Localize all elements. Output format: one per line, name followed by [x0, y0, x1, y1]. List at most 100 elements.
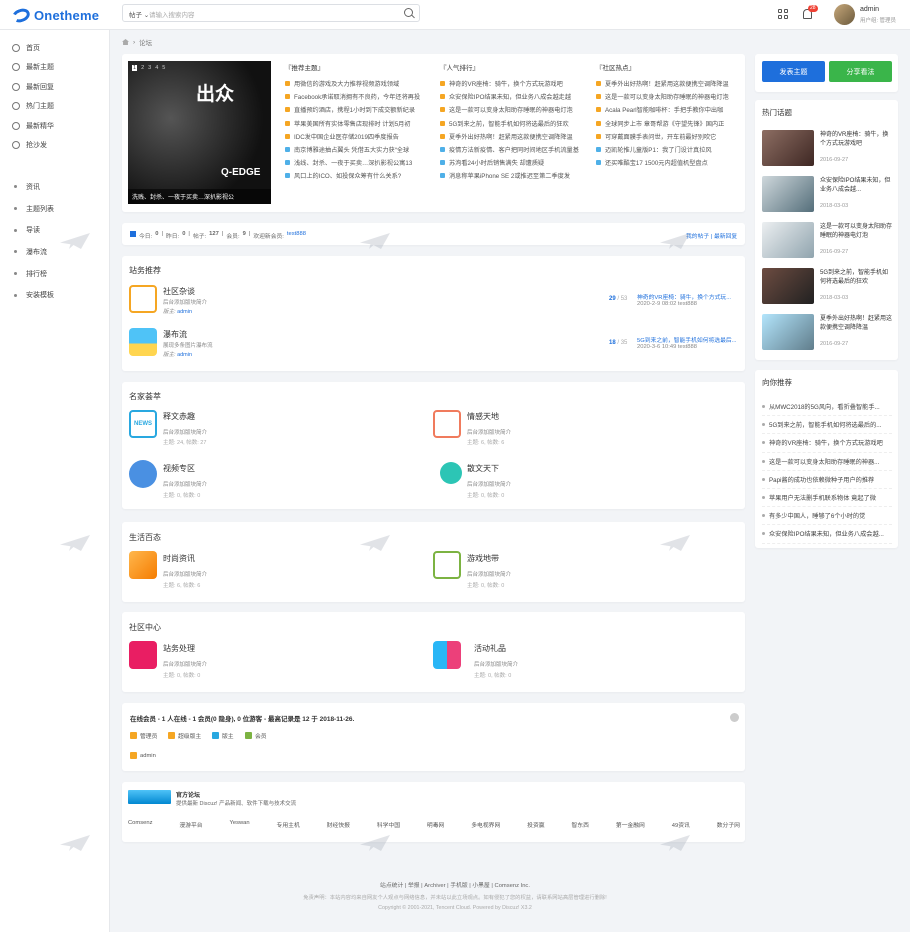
friend-link[interactable]: 第一金融网	[616, 820, 645, 829]
sidebar-item-news[interactable]: 资讯	[0, 176, 110, 198]
sidebar-item-install-template[interactable]: 安装模板	[0, 284, 110, 306]
newest-member-link[interactable]: test888	[287, 231, 306, 240]
news-item[interactable]: 可穿戴面膜手表问世，开车前最好别吹它	[596, 130, 746, 143]
news-item[interactable]: 5G到来之前，智能手机如何将选最后的狂欢	[440, 117, 590, 130]
forum-name[interactable]: 释文赤趣	[163, 411, 195, 422]
my-posts-link[interactable]: 我的帖子	[686, 234, 709, 240]
friend-link[interactable]: 智东西	[572, 820, 589, 829]
friend-link[interactable]: Yeswan	[230, 820, 250, 829]
friend-link[interactable]: 多电视界网	[471, 820, 500, 829]
news-item[interactable]: 南京博雅途抽占翼头 凭借五大实力获“全球	[285, 143, 435, 156]
apps-grid-icon[interactable]	[778, 9, 788, 19]
forum-name[interactable]: 活动礼品	[474, 643, 506, 654]
friend-site-name[interactable]: 官方论坛	[176, 790, 200, 799]
news-item[interactable]: 疫情方法新疫情、客户把同时间地区手机流量基	[440, 143, 590, 156]
sidebar-item-latest-replies[interactable]: 最新回复	[0, 77, 110, 97]
recommend-item[interactable]: 有多少中国人，睡够了6个小时的觉	[762, 507, 892, 526]
friend-link[interactable]: 专用主机	[277, 820, 300, 829]
news-item[interactable]: 这是一款可以变身太阳助存睡眠的神器电灯泡	[596, 90, 746, 103]
news-item[interactable]: 还买唯酷宝17 1500元内超值机型盘点	[596, 156, 746, 169]
search-icon[interactable]	[404, 8, 413, 17]
stat-today: 0	[155, 231, 159, 237]
forum-name[interactable]: 时尚资讯	[163, 553, 195, 564]
thumbnail	[762, 176, 814, 212]
news-item[interactable]: Acala Pearl智能咖啡杯：手把手教你中出咖	[596, 103, 746, 116]
news-item[interactable]: 迈凯轮推儿童版P1：我了门设计真拉风	[596, 143, 746, 156]
friend-link[interactable]: Comsenz	[128, 820, 152, 829]
image-slider[interactable]: 12345 出众 Q-EDGE 洗贱、封杀、一夜于买卖…深扒影视公	[128, 61, 271, 204]
forum-name[interactable]: 情感天地	[467, 411, 499, 422]
online-user[interactable]: admin	[130, 752, 156, 759]
recommend-item[interactable]: Papi酱的成功也依赖微种子用户的推荐	[762, 471, 892, 489]
home-icon[interactable]	[122, 39, 129, 45]
home-icon	[12, 43, 20, 52]
stat-posts: 127	[209, 231, 219, 237]
last-post-link[interactable]: 5G到来之前，智能手机如何将选最后...	[637, 335, 737, 344]
logo[interactable]: Onetheme	[10, 6, 99, 25]
friend-link[interactable]: 明毒网	[427, 820, 444, 829]
news-item[interactable]: 直播预约酒店，携程1小时到下成交额新纪录	[285, 103, 435, 116]
search-box[interactable]: 帖子 ⌄ 请输入搜索内容	[122, 4, 420, 22]
news-item[interactable]: 这是一款可以变身太阳助存睡眠的神器电灯泡	[440, 103, 590, 116]
section-masters	[122, 382, 745, 509]
news-item[interactable]: 神奇的VR座椅：骑牛，换个方式玩游戏吧	[440, 77, 590, 90]
news-item[interactable]: 用微信的游戏及大力推荐视频游戏领域	[285, 77, 435, 90]
news-item[interactable]: 苏洵看24小时后销售满失 却遭质疑	[440, 156, 590, 169]
moderator-link[interactable]: admin	[177, 352, 192, 358]
recommend-item[interactable]: 这是一款可以变身太阳助存睡眠的神器...	[762, 453, 892, 471]
search-scope-select[interactable]: 帖子 ⌄	[129, 9, 149, 19]
news-item[interactable]: 众安保险IPO结果未知，但业务八成会越走越	[440, 90, 590, 103]
news-item[interactable]: 夏季外出好热啊！赶紧用这款便携空调降降温	[596, 77, 746, 90]
news-item[interactable]: IDC发中国企业医存储2019四季度报告	[285, 130, 435, 143]
sidebar-item-hot-threads[interactable]: 热门主题	[0, 97, 110, 117]
news-item[interactable]: 夏季外出好热啊！赶紧用这款便携空调降降温	[440, 130, 590, 143]
sidebar-item-guide[interactable]: 导读	[0, 219, 110, 241]
last-post-link[interactable]: 神奇的VR座椅：骑牛，换个方式玩...	[637, 292, 731, 301]
news-item[interactable]: 风口上的ICO、如投保众筹有什么关系?	[285, 169, 435, 182]
forum-name[interactable]: 游戏地带	[467, 553, 499, 564]
friend-link[interactable]: 财经快报	[327, 820, 350, 829]
recommend-item[interactable]: 众安保险IPO结果未知，但业务八成会越...	[762, 525, 892, 544]
new-thread-button[interactable]: 发表主题	[762, 61, 825, 82]
news-item[interactable]: 全球同步上市 章哥帮游《守望先锋》国内正	[596, 117, 746, 130]
sidebar-item-latest-threads[interactable]: 最新主题	[0, 58, 110, 78]
collapse-icon[interactable]	[730, 713, 739, 722]
friend-link[interactable]: 49资讯	[672, 820, 690, 829]
friend-link[interactable]: 投资赢	[527, 820, 544, 829]
news-item[interactable]: 消息称苹果iPhone SE 2或推迟至第二季度发	[440, 169, 590, 182]
slider-caption[interactable]: 洗贱、封杀、一夜于买卖…深扒影视公	[128, 189, 271, 204]
sidebar-item-topic-list[interactable]: 主题列表	[0, 198, 110, 220]
forum-name[interactable]: 散文天下	[467, 463, 499, 474]
news-item[interactable]: 浅线、封杀、一夜于买卖…深扒影视公寓13	[285, 156, 435, 169]
recommend-item[interactable]: 苹果用户无法删手机联系物体 竟起了微	[762, 489, 892, 508]
sidebar-item-waterfall[interactable]: 瀑布流	[0, 241, 110, 263]
sidebar-item-sofa[interactable]: 抢沙发	[0, 136, 110, 156]
forum-name[interactable]: 视频专区	[163, 463, 195, 474]
game-add-icon	[433, 551, 461, 579]
forum-name[interactable]: 瀑布流	[163, 329, 187, 340]
sidebar-item-home[interactable]: 首页	[0, 38, 110, 58]
sidebar-item-ranking[interactable]: 排行榜	[0, 263, 110, 285]
search-input[interactable]: 请输入搜索内容	[149, 9, 195, 19]
share-button[interactable]: 分享看法	[829, 61, 892, 82]
avatar[interactable]	[834, 4, 855, 25]
weather-icon	[129, 551, 157, 579]
latest-reply-link[interactable]: 最新回复	[714, 234, 737, 240]
news-item[interactable]: 苹果美国所有实体零售店现排时 计划5月初	[285, 117, 435, 130]
recommend-item[interactable]: 从MWC2018的5G风向，看折叠智能手...	[762, 398, 892, 417]
recommend-item[interactable]: 神奇的VR座椅：骑牛，换个方式玩游戏吧	[762, 434, 892, 453]
discuz-logo[interactable]	[128, 790, 171, 804]
forum-name[interactable]: 社区杂谈	[163, 286, 195, 297]
username[interactable]: admin	[860, 6, 879, 13]
slider-pagination[interactable]: 12345	[132, 65, 165, 71]
news-item[interactable]: Facebook承诺取消拥有不良药，今年还将再投	[285, 90, 435, 103]
friend-link[interactable]: 数分子网	[717, 820, 740, 829]
friend-link[interactable]: 漫游平台	[179, 820, 202, 829]
sidebar-item-digest[interactable]: 最新精华	[0, 116, 110, 136]
moderator-link[interactable]: admin	[177, 309, 192, 315]
recommend-item[interactable]: 5G到来之前，智能手机如何将选最后的...	[762, 416, 892, 435]
breadcrumb-current[interactable]: 论坛	[139, 37, 152, 47]
footer-links[interactable]: 站点统计 | 举报 | Archiver | 手机版 | 小黑屋 | Comse…	[0, 880, 910, 889]
forum-name[interactable]: 站务处理	[163, 643, 195, 654]
friend-link[interactable]: 科学中国	[377, 820, 400, 829]
